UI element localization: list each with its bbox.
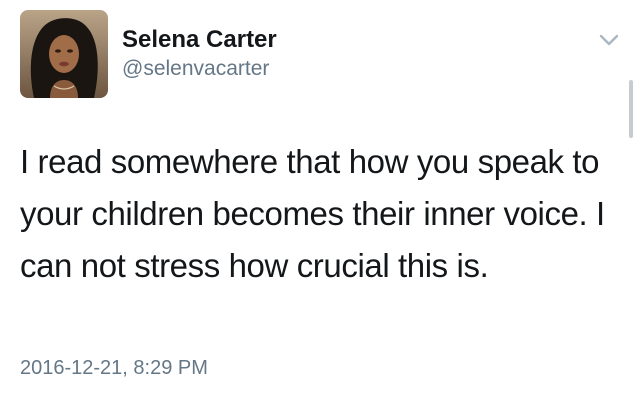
avatar[interactable]: [20, 10, 108, 98]
chevron-down-icon[interactable]: [596, 30, 622, 50]
display-name[interactable]: Selena Carter: [122, 26, 277, 54]
tweet-timestamp[interactable]: 2016-12-21, 8:29 PM: [20, 357, 208, 380]
tweet-text: I read somewhere that how you speak to y…: [20, 143, 605, 284]
scrollbar[interactable]: [629, 80, 633, 138]
author-info: Selena Carter @selenvacarter: [122, 26, 277, 82]
username-handle[interactable]: @selenvacarter: [122, 56, 277, 82]
tweet-card: Selena Carter @selenvacarter I read some…: [0, 0, 640, 400]
